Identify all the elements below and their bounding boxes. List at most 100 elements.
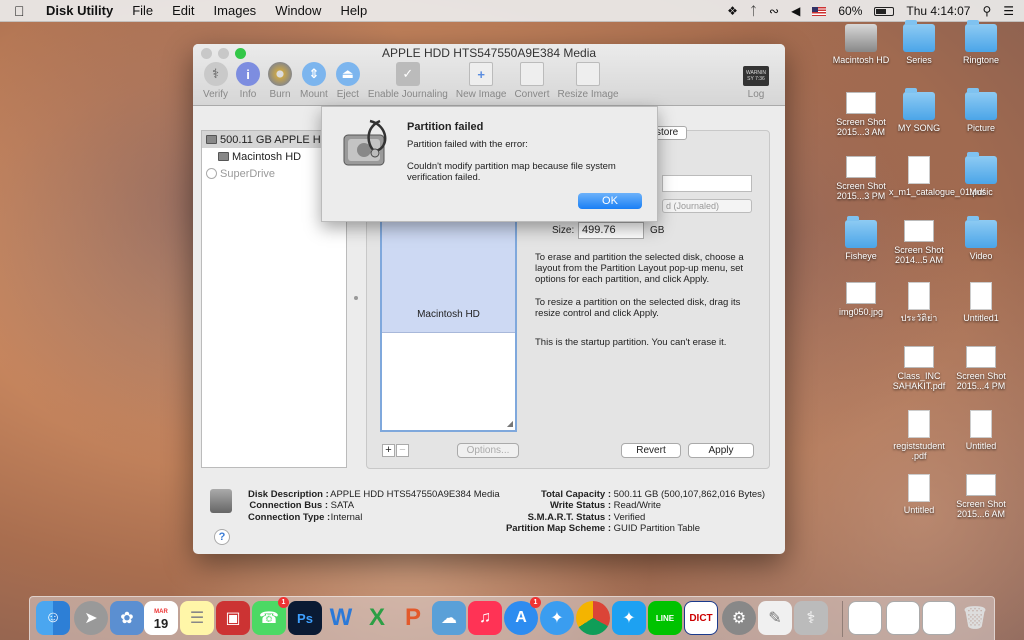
mount-button[interactable]: ⇕ Mount <box>296 62 332 100</box>
dock-stack-downloads-icon[interactable] <box>922 601 956 635</box>
desktop-item[interactable]: x_m1_catalogue_01.pdf <box>889 156 985 197</box>
desktop-item[interactable]: MY SONG <box>889 88 949 133</box>
battery-icon[interactable] <box>874 6 895 16</box>
itunes-music-icon[interactable]: ♫ <box>468 601 502 635</box>
desktop-item[interactable]: Screen Shot 2015...3 PM <box>831 156 891 201</box>
desktop-item[interactable]: Music <box>951 152 1011 197</box>
textedit-icon[interactable]: ✎ <box>758 601 792 635</box>
menu-help[interactable]: Help <box>340 3 367 18</box>
convert-label: Convert <box>514 89 550 100</box>
desktop-item[interactable]: ประวัติย่า <box>889 282 949 323</box>
revert-button[interactable]: Revert <box>621 443 681 458</box>
doc-icon <box>908 282 930 310</box>
desktop-item[interactable]: Class_INC SAHAKIT.pdf <box>889 346 949 391</box>
apple-menu-icon[interactable]:  <box>14 3 30 19</box>
spotlight-icon[interactable]: ⚲ <box>982 4 991 18</box>
disk-icon <box>210 489 232 513</box>
desktop-item[interactable]: Screen Shot 2015...3 AM <box>831 92 891 137</box>
dropbox-icon[interactable]: ❖ <box>727 4 738 18</box>
menu-file[interactable]: File <box>132 3 153 18</box>
safari-compass-icon[interactable]: ✦ <box>540 601 574 635</box>
add-partition-button[interactable]: + <box>382 444 395 457</box>
bluetooth-icon[interactable]: ᛏ <box>750 4 757 18</box>
desktop-item[interactable]: Screen Shot 2015...6 AM <box>951 474 1011 519</box>
eject-button[interactable]: ⏏ Eject <box>332 62 364 100</box>
apply-button[interactable]: Apply <box>688 443 754 458</box>
menu-edit[interactable]: Edit <box>172 3 194 18</box>
folder-icon <box>845 216 877 248</box>
dict-icon[interactable]: DICT <box>684 601 718 635</box>
app-menu[interactable]: Disk Utility <box>46 3 113 18</box>
desktop-item[interactable]: Video <box>951 216 1011 261</box>
burn-button[interactable]: Burn <box>264 62 296 100</box>
desktop-item[interactable]: Picture <box>951 88 1011 133</box>
size-input[interactable]: 499.76 <box>578 222 644 239</box>
facetime-icon[interactable]: ☎ 1 <box>252 597 289 635</box>
remove-partition-button[interactable]: − <box>396 444 409 457</box>
twitter-bird-icon[interactable]: ✦ <box>612 601 646 635</box>
dock-stack-document-icon[interactable] <box>886 601 920 635</box>
app-store-icon[interactable]: A1 <box>504 597 541 635</box>
desktop-item[interactable]: registstudent .pdf <box>889 410 949 461</box>
alert-message: Partition failed with the error: <box>407 139 528 150</box>
resize-grip-icon[interactable]: ◢ <box>507 419 513 428</box>
convert-button[interactable]: Convert <box>510 62 553 100</box>
word-icon[interactable]: W <box>324 601 358 635</box>
excel-icon[interactable]: X <box>360 601 394 635</box>
powerpoint-icon[interactable]: P <box>396 601 430 635</box>
desktop-item[interactable]: Macintosh HD <box>831 24 891 65</box>
new-image-button[interactable]: + New Image <box>452 62 511 100</box>
ok-button[interactable]: OK <box>578 193 642 209</box>
finder-icon[interactable]: ☺ <box>36 601 70 635</box>
desktop-item[interactable]: img050.jpg <box>831 282 891 317</box>
log-button[interactable]: WARNIN SY 7:36 Log <box>739 62 773 100</box>
chrome-icon[interactable] <box>576 601 610 635</box>
disk-utility-icon[interactable]: ⚕ <box>794 601 828 635</box>
total-capacity-label: Total Capacity : <box>540 489 611 500</box>
verify-button[interactable]: ⚕ Verify <box>199 62 232 100</box>
superdrive-label: SuperDrive <box>220 167 276 180</box>
calendar-icon[interactable]: MAR 19 <box>144 601 178 635</box>
clock[interactable]: Thu 4:14:07 <box>906 4 970 18</box>
menu-images[interactable]: Images <box>214 3 257 18</box>
launchpad-rocket-icon[interactable]: ➤ <box>74 601 108 635</box>
desktop-item[interactable]: Fisheye <box>831 216 891 261</box>
volume-icon[interactable]: ◀ <box>791 4 800 18</box>
desktop-item[interactable]: Screen Shot 2014...5 AM <box>889 220 949 265</box>
desktop-item[interactable]: Ringtone <box>951 20 1011 65</box>
system-preferences-gear-icon[interactable]: ⚙ <box>722 601 756 635</box>
enable-journaling-button[interactable]: ✓ Enable Journaling <box>364 62 452 100</box>
options-button[interactable]: Options... <box>457 443 519 458</box>
wifi-icon[interactable]: ∾ <box>769 4 779 18</box>
trash-icon[interactable]: 🗑 <box>958 601 992 635</box>
preview-photo-icon[interactable]: ✿ <box>110 601 144 635</box>
battery-percent[interactable]: 60% <box>838 4 862 18</box>
desktop-item[interactable]: Untitled <box>951 410 1011 451</box>
hard-disk-icon <box>206 135 217 144</box>
info-startup-text: This is the startup partition. You can't… <box>535 337 727 348</box>
photoshop-icon[interactable]: Ps <box>288 601 322 635</box>
resize-image-button[interactable]: Resize Image <box>553 62 622 100</box>
name-field[interactable] <box>662 175 752 192</box>
doc-icon <box>908 156 930 184</box>
desktop-item[interactable]: Untitled1 <box>951 282 1011 323</box>
eject-icon: ⏏ <box>335 62 360 86</box>
dock-stack-screenshot-icon[interactable] <box>848 601 882 635</box>
line-icon[interactable]: LINE <box>648 601 682 635</box>
partition-layout[interactable]: Macintosh HD ◢ <box>380 210 517 432</box>
info-button[interactable]: i Info <box>232 62 264 100</box>
iphoto-icon[interactable]: ☁ <box>432 601 466 635</box>
help-button[interactable]: ? <box>214 529 230 545</box>
split-view-handle[interactable] <box>354 296 358 300</box>
stickies-note-icon[interactable]: ☰ <box>180 601 214 635</box>
desktop-item[interactable]: Series <box>889 20 949 65</box>
menu-window[interactable]: Window <box>275 3 321 18</box>
photo-booth-icon[interactable]: ▣ <box>216 601 250 635</box>
partition-macintosh-hd[interactable]: Macintosh HD <box>382 212 515 333</box>
input-source-flag-icon[interactable] <box>812 6 827 16</box>
desktop-item-label: ประวัติย่า <box>900 313 938 323</box>
format-select[interactable]: d (Journaled) <box>662 199 752 213</box>
desktop-item[interactable]: Screen Shot 2015...4 PM <box>951 346 1011 391</box>
notification-center-icon[interactable]: ☰ <box>1003 4 1014 18</box>
desktop-item[interactable]: Untitled <box>889 474 949 515</box>
